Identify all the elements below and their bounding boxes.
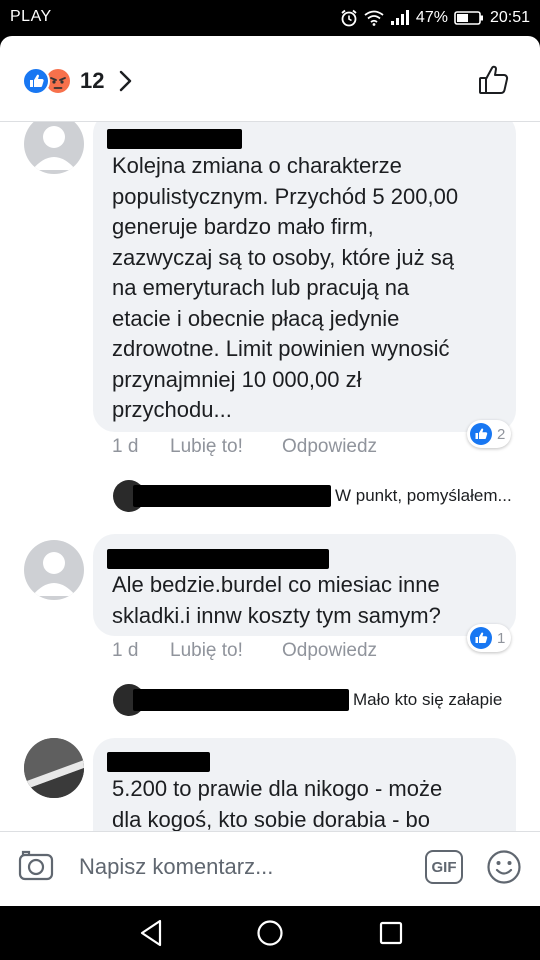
comment-text-line: 5.200 to prawie dla nikogo - może — [112, 776, 443, 801]
comment-text-line: Ale bedzie.burdel co miesiac inne — [112, 572, 440, 597]
wifi-icon — [364, 10, 384, 26]
reply-button[interactable]: Odpowiedz — [282, 640, 377, 662]
comment-input[interactable]: Napisz komentarz... — [79, 854, 273, 880]
avatar[interactable] — [24, 122, 84, 174]
comment-text-line: na emeryturach lub pracują na — [112, 275, 410, 300]
like-count-badge[interactable]: 2 — [467, 420, 512, 448]
like-reaction-icon — [470, 627, 492, 649]
comment-time: 1 d — [112, 436, 139, 457]
reply-button[interactable]: Odpowiedz — [282, 436, 377, 458]
comment-text-line: etacie i obecnie płacą jedynie — [112, 305, 400, 331]
like-reaction-icon — [22, 67, 50, 95]
status-bar: PLAY 47% 20:51 — [0, 0, 540, 36]
redacted-author-name[interactable] — [107, 752, 210, 772]
like-reaction-icon — [470, 423, 492, 445]
comment-time: 1 d — [112, 640, 139, 661]
comment-composer: Napisz komentarz... GIF — [0, 831, 540, 906]
status-icons: 47% 20:51 — [340, 6, 530, 30]
android-nav-bar — [0, 906, 540, 960]
battery-percent: 47% — [415, 9, 448, 26]
like-button[interactable]: Lubię to! — [170, 436, 243, 458]
avatar[interactable] — [24, 540, 84, 600]
comment-text-line: populistycznym. Przychód 5 200,00 — [112, 183, 459, 209]
back-icon[interactable] — [138, 918, 164, 948]
comment-text-line: przynajmniej 10 000,00 zł — [112, 366, 362, 392]
like-button[interactable]: Lubię to! — [170, 640, 243, 662]
signal-icon — [390, 10, 409, 25]
alarm-icon — [341, 9, 357, 27]
reply-preview[interactable]: W punkt, pomyślałem... — [113, 480, 512, 512]
comment-text-line: dla kogoś, kto sobie dorabia - bo — [112, 806, 430, 832]
clock: 20:51 — [489, 9, 530, 26]
gif-button[interactable]: GIF — [425, 850, 463, 884]
reply-preview-text: W punkt, pomyślałem... — [335, 486, 512, 505]
redacted-author-name[interactable] — [107, 129, 242, 149]
reply-preview[interactable]: Mało kto się załapie — [113, 684, 502, 716]
home-icon[interactable] — [256, 918, 284, 948]
like-count-badge[interactable]: 1 — [467, 624, 512, 652]
comment-text-line: Kolejna zmiana o charakterze — [112, 153, 402, 178]
comment-text-line: przychodu... — [112, 397, 232, 422]
redacted-reply-author — [133, 485, 331, 507]
emoji-icon[interactable] — [486, 849, 522, 885]
chevron-right-icon — [118, 70, 132, 92]
reactions-summary[interactable]: 12 — [22, 67, 132, 95]
comment-text-line: zazwyczaj są to osoby, które już są — [112, 244, 454, 270]
comment-text-line: skladki.i innw koszty tym samym? — [112, 602, 441, 628]
battery-icon — [454, 11, 483, 25]
reaction-count: 12 — [80, 68, 105, 93]
comment-text-line: generuje bardzo mało firm, — [112, 214, 374, 239]
comments-list[interactable]: Kolejna zmiana o charakterze populistycz… — [0, 122, 540, 831]
carrier-name: PLAY — [10, 8, 52, 25]
comments-sheet: 12 Kolejna zmiana o charakterze populist… — [0, 36, 540, 906]
reactions-header: 12 — [0, 36, 540, 122]
like-count: 2 — [497, 425, 506, 443]
redacted-reply-author — [133, 689, 349, 711]
avatar[interactable] — [24, 738, 84, 798]
like-count: 1 — [497, 629, 506, 647]
recents-icon[interactable] — [378, 918, 404, 948]
thumbs-up-outline-icon[interactable] — [478, 64, 510, 96]
reply-preview-text: Mało kto się załapie — [353, 690, 503, 709]
comment-text-line: zdrowotne. Limit powinien wynosić — [112, 336, 450, 361]
camera-icon[interactable] — [18, 849, 54, 881]
redacted-author-name[interactable] — [107, 549, 329, 569]
